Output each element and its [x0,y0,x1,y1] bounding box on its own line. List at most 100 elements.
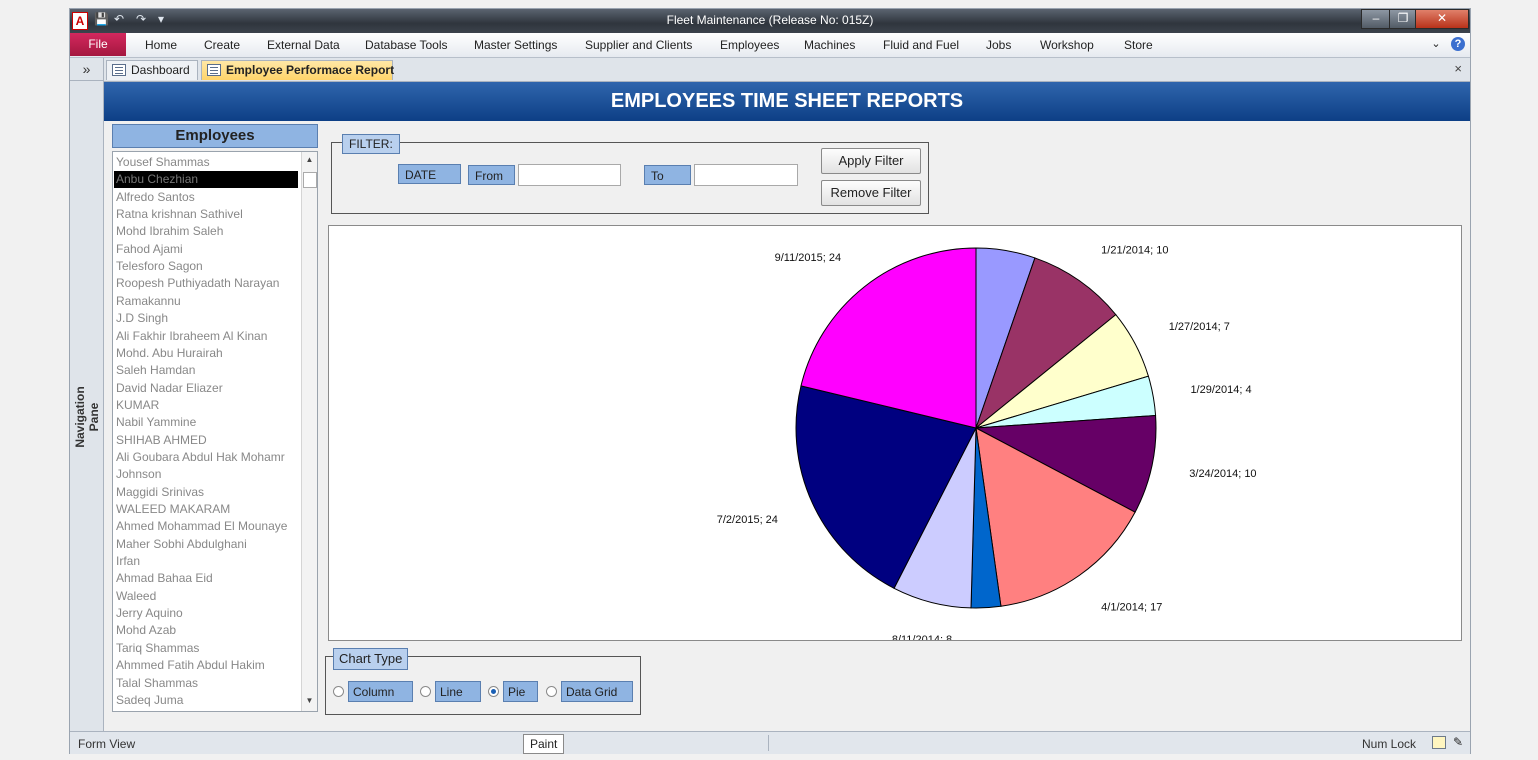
radio-data-grid[interactable] [546,686,557,697]
report-form: EMPLOYEES TIME SHEET REPORTS Employees Y… [104,82,1470,732]
list-item[interactable]: Ali Fakhir Ibraheem Al Kinan [116,328,298,345]
pie-data-label: 3/24/2014; 10 [1189,468,1256,480]
from-label: From [468,165,515,185]
tab-fluid-fuel[interactable]: Fluid and Fuel [883,38,959,52]
tab-database-tools[interactable]: Database Tools [365,38,448,52]
nav-pane-toggle-button[interactable]: » [70,58,103,81]
list-item[interactable]: Yousef Shammas [116,154,298,171]
tab-external-data[interactable]: External Data [267,38,340,52]
radio-column-label[interactable]: Column [348,681,413,702]
tab-store[interactable]: Store [1124,38,1153,52]
list-item[interactable]: Ramakannu [116,293,298,310]
scroll-thumb[interactable] [303,172,317,188]
to-date-input[interactable] [694,164,798,186]
pie-data-label: 1/27/2014; 7 [1169,321,1230,333]
list-item[interactable]: David Nadar Eliazer [116,380,298,397]
list-item[interactable]: Mohd Azab [116,622,298,639]
list-item[interactable]: Johnson [116,466,298,483]
from-date-input[interactable] [518,164,621,186]
pie-data-label: 1/29/2014; 4 [1190,384,1251,396]
list-item[interactable]: Ali Goubara Abdul Hak Mohamr [116,449,298,466]
pie-data-label: 7/2/2015; 24 [717,514,778,526]
tab-file[interactable]: File [70,33,126,56]
application-window: A 💾 ↶ ↷ ▾ Fleet Maintenance (Release No:… [69,8,1471,754]
list-item[interactable]: Mohd. Abu Hurairah [116,345,298,362]
list-item[interactable]: Irfan [116,553,298,570]
tab-workshop[interactable]: Workshop [1040,38,1094,52]
tab-supplier-clients[interactable]: Supplier and Clients [585,38,692,52]
pie-chart: 1/10/2014; 61/21/2014; 101/27/2014; 71/2… [328,225,1462,641]
scroll-down-icon[interactable]: ▼ [302,696,317,705]
list-item[interactable]: SHIHAB AHMED [116,432,298,449]
nav-pane-label[interactable]: Navigation Pane [73,372,101,462]
list-item[interactable]: Mohd Ibrahim Saleh [116,223,298,240]
list-item[interactable]: Ahmed Mohammad El Mounaye [116,518,298,535]
filter-legend: FILTER: [342,134,400,154]
radio-column[interactable] [333,686,344,697]
list-item[interactable]: Tariq Shammas [116,640,298,657]
list-item[interactable]: Ahmmed Fatih Abdul Hakim [116,657,298,674]
list-item[interactable]: Maggidi Srinivas [116,484,298,501]
tab-jobs[interactable]: Jobs [986,38,1011,52]
list-item[interactable]: Sadeq Juma [116,692,298,709]
window-title: Fleet Maintenance (Release No: 015Z) [666,13,874,27]
radio-pie[interactable] [488,686,499,697]
pie-data-label: 4/1/2014; 17 [1101,601,1162,613]
pie-data-label: 9/11/2015; 24 [775,252,841,264]
maximize-button[interactable]: ❐ [1389,9,1417,29]
list-item[interactable]: Jerry Aquino [116,605,298,622]
scroll-up-icon[interactable]: ▲ [302,155,317,164]
employees-header: Employees [112,124,318,148]
list-item[interactable]: Fahod Ajami [116,241,298,258]
apply-filter-button[interactable]: Apply Filter [821,148,921,174]
tab-create[interactable]: Create [204,38,240,52]
doc-tab-employee-report[interactable]: Employee Performace Report [201,60,394,80]
list-item[interactable]: Anbu Chezhian [114,171,298,189]
pie-data-label: 1/21/2014; 10 [1101,245,1168,257]
num-lock-indicator: Num Lock [1362,737,1417,751]
ribbon-tabs: File Home Create External Data Database … [70,33,1470,58]
remove-filter-button[interactable]: Remove Filter [821,180,921,206]
close-button[interactable]: ✕ [1415,9,1469,29]
form-icon [207,64,221,76]
status-bar: Form View Paint Num Lock ✎ [70,731,1470,754]
list-item[interactable]: Ratna krishnan Sathivel [116,206,298,223]
list-scrollbar[interactable]: ▲ ▼ [301,152,317,711]
list-item[interactable]: J.D Singh [116,310,298,327]
title-bar: A 💾 ↶ ↷ ▾ Fleet Maintenance (Release No:… [70,9,1470,33]
radio-data-grid-label[interactable]: Data Grid [561,681,633,702]
date-label: DATE [398,164,461,184]
form-icon [112,64,126,76]
tab-employees[interactable]: Employees [720,38,779,52]
navigation-pane[interactable]: » Navigation Pane [70,58,104,732]
paint-tooltip: Paint [523,734,565,754]
document-tabs: Dashboard Employee Performace Report × [104,58,1470,82]
tab-machines[interactable]: Machines [804,38,855,52]
to-label: To [644,165,691,185]
list-item[interactable]: Maher Sobhi Abdulghani [116,536,298,553]
tab-master-settings[interactable]: Master Settings [474,38,557,52]
list-item[interactable]: Telesforo Sagon [116,258,298,275]
help-icon[interactable]: ? [1451,37,1465,51]
employee-list[interactable]: Yousef Shammas Anbu Chezhian Alfredo Santo… [112,151,318,712]
tab-home[interactable]: Home [145,38,177,52]
list-item[interactable]: Talal Shammas [116,675,298,692]
list-item[interactable]: WALEED MAKARAM [116,501,298,518]
design-view-icon[interactable]: ✎ [1453,735,1463,749]
list-item[interactable]: KUMAR [116,397,298,414]
radio-line[interactable] [420,686,431,697]
list-item[interactable]: Roopesh Puthiyadath Narayan [116,275,298,292]
minimize-button[interactable]: ‒ [1361,9,1391,29]
radio-pie-label[interactable]: Pie [503,681,538,702]
doc-tab-label: Dashboard [131,63,190,77]
list-item[interactable]: Saleh Hamdan [116,362,298,379]
minimize-ribbon-icon[interactable]: ⌄ [1429,37,1443,51]
doc-tab-dashboard[interactable]: Dashboard [106,60,198,80]
list-item[interactable]: Waleed [116,588,298,605]
list-item[interactable]: Nabil Yammine [116,414,298,431]
close-document-icon[interactable]: × [1454,61,1462,76]
radio-line-label[interactable]: Line [435,681,481,702]
list-item[interactable]: Alfredo Santos [116,189,298,206]
list-item[interactable]: Ahmad Bahaa Eid [116,570,298,587]
form-view-icon[interactable] [1432,736,1446,749]
